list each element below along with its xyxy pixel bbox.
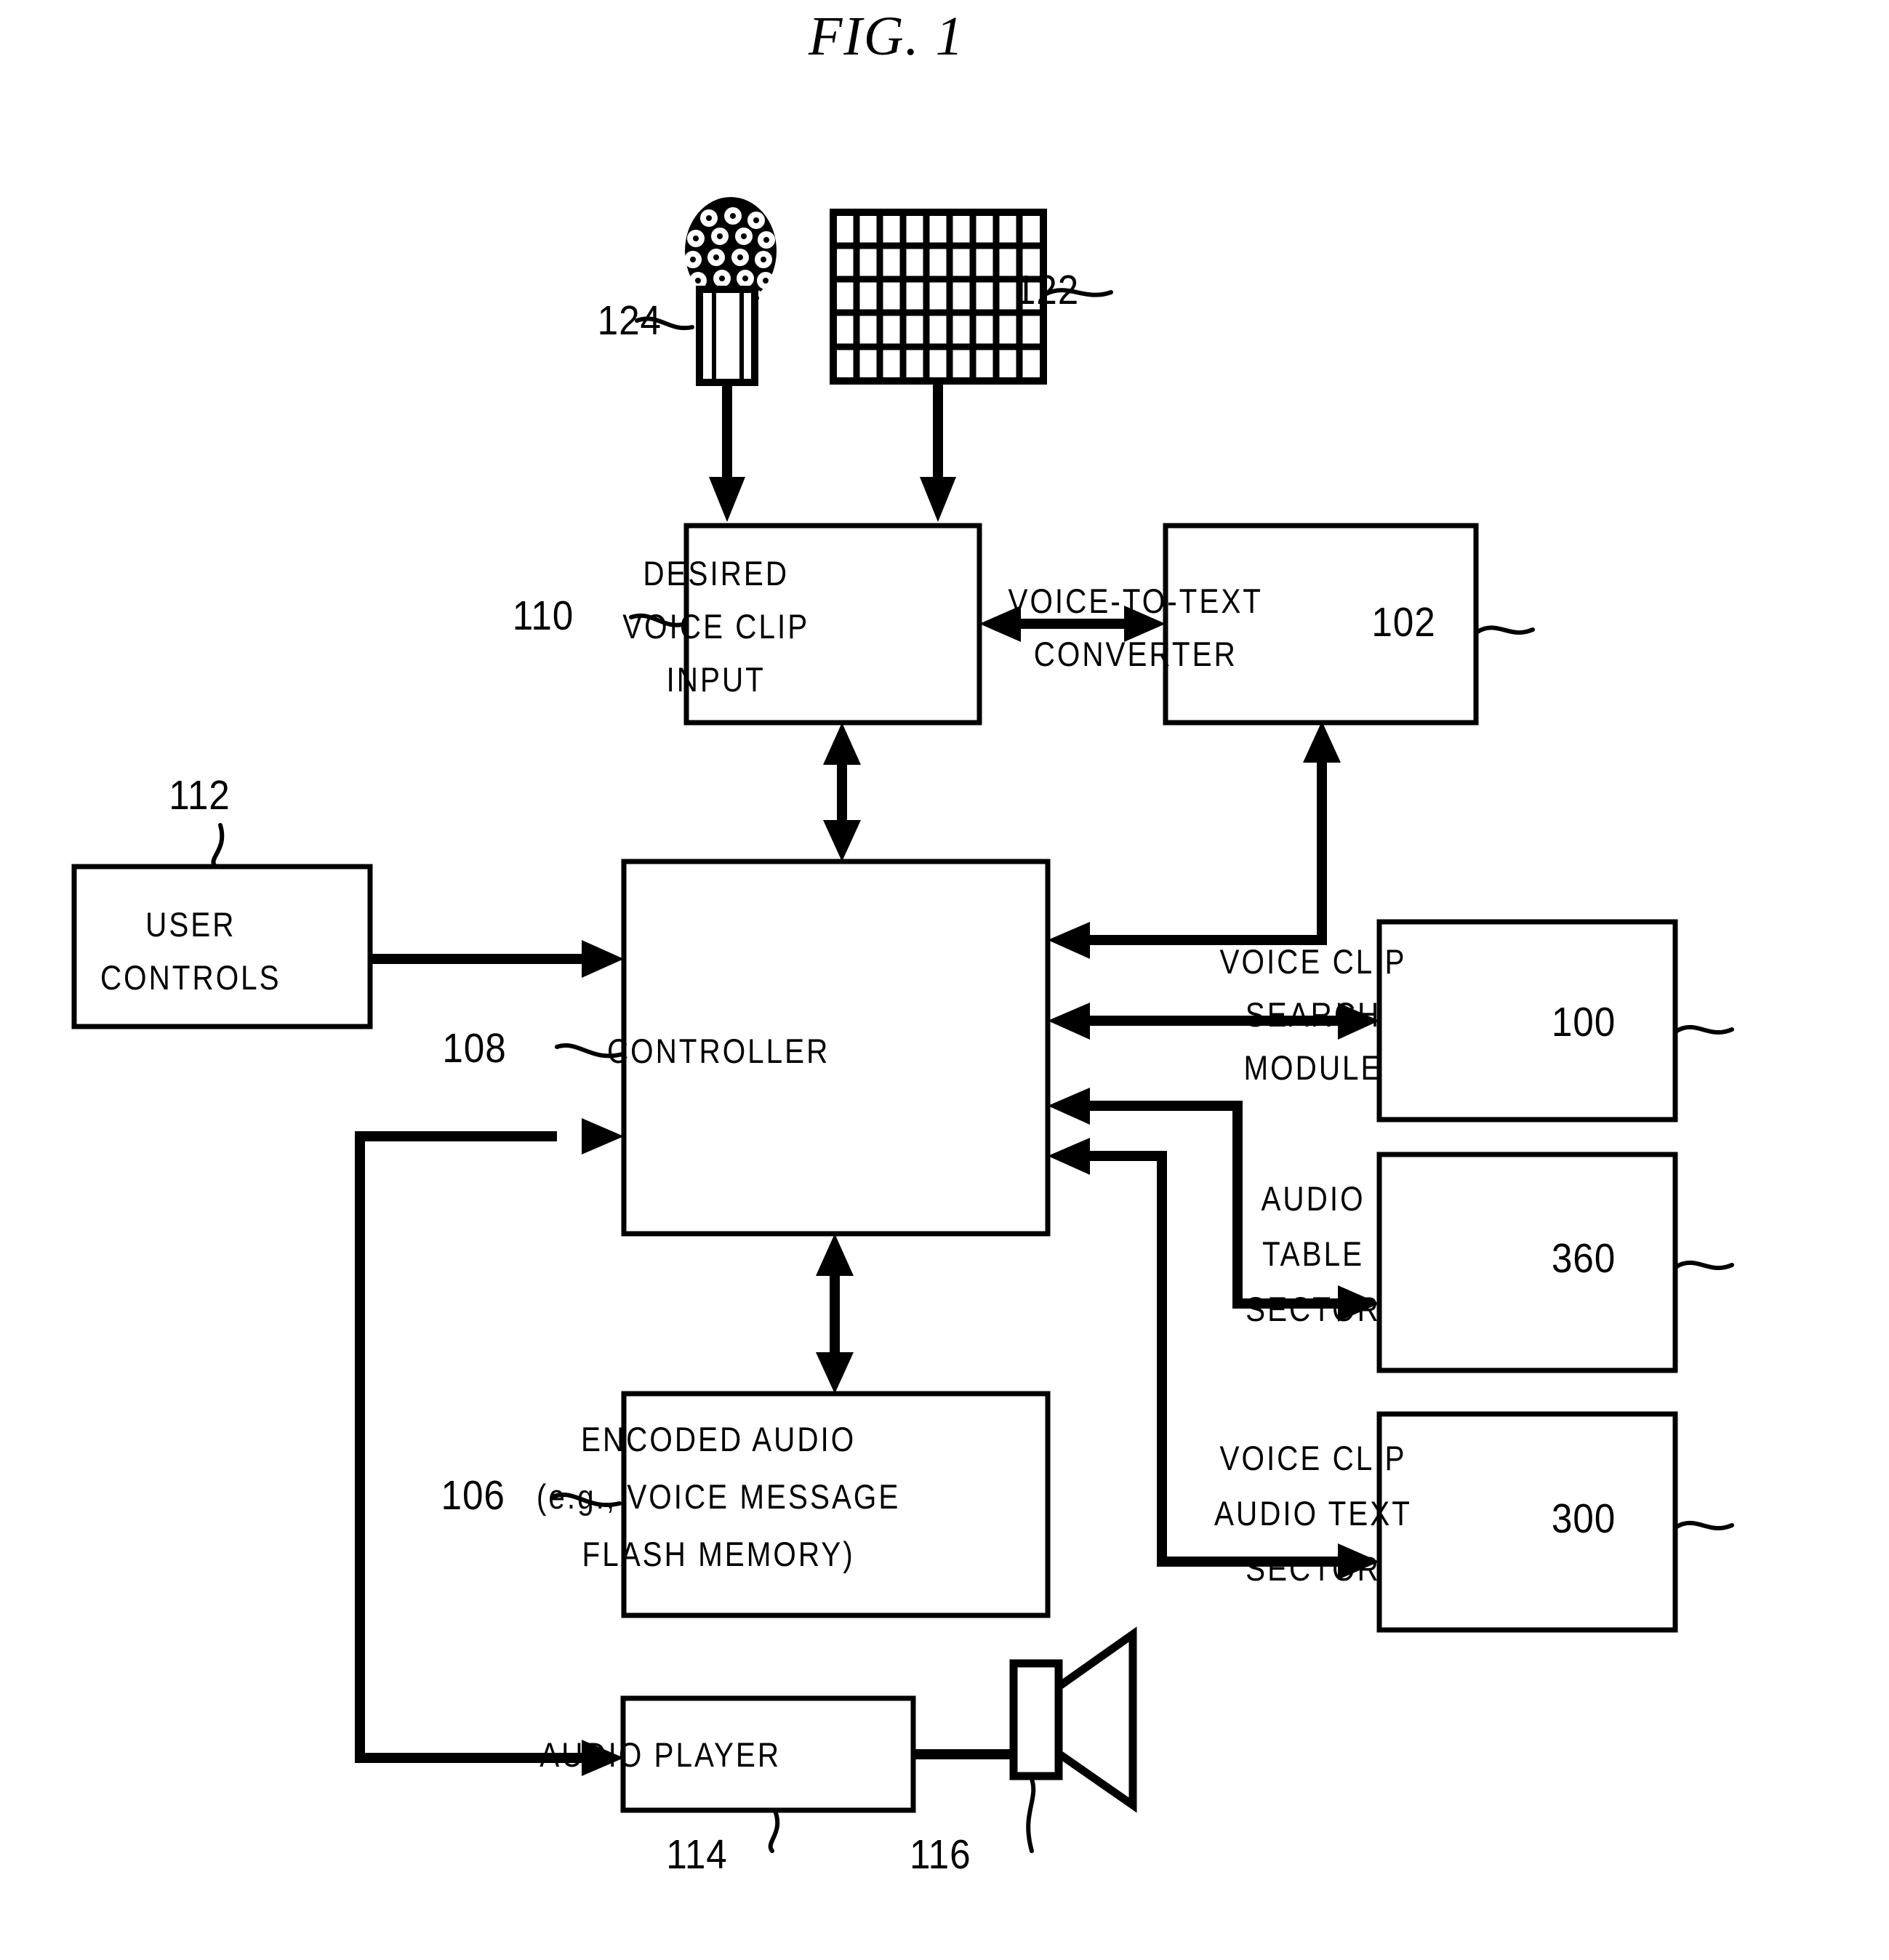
block-desired-voice-clip-input[interactable]: DESIRED VOICE CLIP INPUT 110 (513, 523, 982, 726)
encoded-audio-line1: ENCODED AUDIO (581, 1421, 856, 1459)
block-encoded-audio[interactable]: ENCODED AUDIO (e.g., VOICE MESSAGE FLASH… (441, 1391, 1051, 1618)
connector-controller-to-encoded-audio (816, 1234, 854, 1394)
encoded-audio-line3: FLASH MEMORY) (582, 1535, 855, 1574)
desired-voice-clip-input-line2: VOICE CLIP (622, 608, 809, 646)
voice-clip-search-module-box[interactable] (1376, 919, 1678, 1122)
user-controls-line2: CONTROLS (100, 959, 281, 997)
ref-106: 106 (441, 1473, 505, 1519)
keypad-grid-icon: 122 (830, 209, 1113, 522)
audio-table-sector-line2: TABLE (1262, 1235, 1364, 1274)
ref-360: 360 (1552, 1236, 1616, 1282)
figure-canvas: FIG. 1 124 122 DESIRED VOICE CLIP INPUT … (0, 0, 1889, 1960)
block-controller[interactable]: CONTROLLER 108 (442, 859, 1051, 1237)
ref-102: 102 (1371, 600, 1435, 646)
user-controls-line1: USER (145, 906, 236, 944)
audio-table-sector-box[interactable] (1376, 1152, 1678, 1373)
encoded-audio-line2: (e.g., VOICE MESSAGE (537, 1478, 900, 1517)
speaker-icon: 116 (910, 1626, 1137, 1878)
connector-input-to-controller (823, 723, 861, 861)
audio-table-sector-line1: AUDIO (1261, 1180, 1365, 1218)
connector-controller-to-converter (1048, 721, 1341, 959)
ref-300: 300 (1552, 1496, 1616, 1542)
voice-clip-audio-text-sector-line2: AUDIO TEXT (1214, 1495, 1412, 1533)
patent-figure-diagram: FIG. 1 124 122 DESIRED VOICE CLIP INPUT … (71, 6, 1734, 1878)
voice-clip-search-module-line3: MODULE (1244, 1049, 1383, 1088)
voice-clip-search-module-line1: VOICE CLIP (1220, 943, 1407, 981)
user-controls-box[interactable] (71, 864, 373, 1029)
ref-110: 110 (513, 593, 574, 639)
desired-voice-clip-input-line1: DESIRED (643, 555, 789, 593)
voice-clip-audio-text-sector-box[interactable] (1376, 1411, 1678, 1633)
ref-116: 116 (910, 1832, 971, 1878)
connector-user-controls-to-controller (370, 940, 624, 978)
microphone-icon: 124 (598, 197, 777, 522)
voice-to-text-converter-line2: CONVERTER (1034, 635, 1238, 674)
microphone-arrowhead (709, 477, 745, 522)
block-voice-clip-audio-text-sector[interactable]: VOICE CLIP AUDIO TEXT SECTOR 300 (1214, 1411, 1734, 1633)
ref-112: 112 (169, 773, 230, 819)
voice-clip-audio-text-sector-line1: VOICE CLIP (1220, 1439, 1407, 1478)
ref-100: 100 (1552, 1000, 1616, 1045)
figure-title: FIG. 1 (808, 6, 965, 67)
block-audio-player[interactable]: AUDIO PLAYER 114 (540, 1695, 916, 1878)
ref-114: 114 (666, 1832, 727, 1878)
block-audio-table-sector[interactable]: AUDIO TABLE SECTOR 360 (1246, 1152, 1734, 1373)
desired-voice-clip-input-line3: INPUT (667, 661, 766, 699)
block-user-controls[interactable]: USER CONTROLS 112 (71, 773, 373, 1029)
ref-108: 108 (442, 1026, 506, 1072)
keypad-arrowhead (920, 477, 956, 522)
controller-label: CONTROLLER (607, 1032, 830, 1071)
